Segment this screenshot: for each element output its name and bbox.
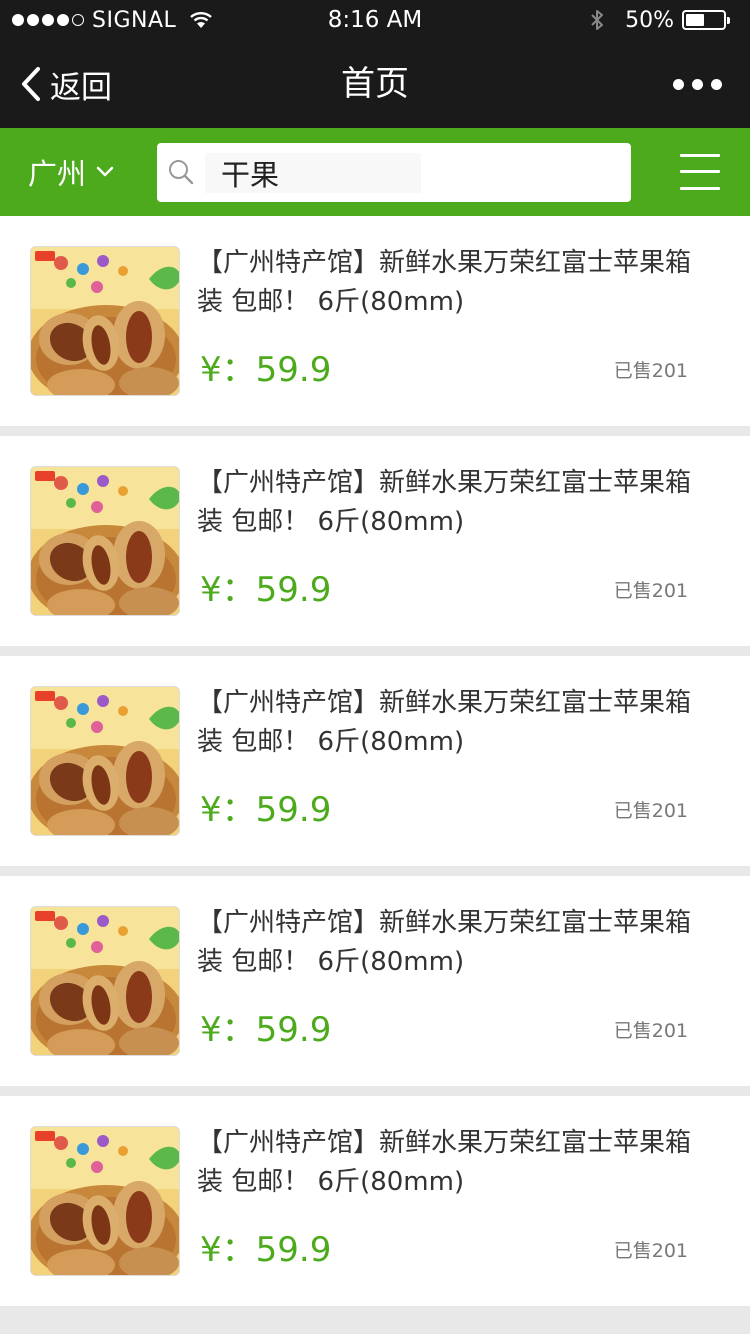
- product-list-item[interactable]: 【广州特产馆】新鲜水果万荣红富士苹果箱装 包邮！ 6斤(80mm) ¥：59.9…: [0, 1096, 750, 1306]
- product-list-item[interactable]: 【广州特产馆】新鲜水果万荣红富士苹果箱装 包邮！ 6斤(80mm) ¥：59.9…: [0, 436, 750, 646]
- chevron-down-icon: [96, 166, 114, 177]
- pecan-product-image: [31, 687, 179, 835]
- more-dots-icon: [711, 78, 722, 90]
- back-button[interactable]: 返回: [20, 40, 112, 128]
- product-title: 【广州特产馆】新鲜水果万荣红富士苹果箱装 包邮！ 6斤(80mm): [197, 908, 692, 977]
- back-button-label: 返回: [50, 69, 112, 106]
- city-label: 广州: [28, 157, 87, 191]
- search-header: 广州: [0, 128, 750, 216]
- more-dots-icon: [673, 78, 684, 90]
- search-icon: [169, 160, 194, 185]
- product-thumbnail: [30, 466, 180, 616]
- status-bar: SIGNAL 8:16 AM 50%: [0, 0, 750, 40]
- product-price: ¥：59.9: [200, 1010, 332, 1050]
- more-options-button[interactable]: [673, 40, 722, 128]
- product-price: ¥：59.9: [200, 350, 332, 390]
- product-price: ¥：59.9: [200, 570, 332, 610]
- product-title: 【广州特产馆】新鲜水果万荣红富士苹果箱装 包邮！ 6斤(80mm): [197, 688, 692, 757]
- pecan-product-image: [31, 247, 179, 395]
- search-box[interactable]: [157, 143, 631, 202]
- product-title: 【广州特产馆】新鲜水果万荣红富士苹果箱装 包邮！ 6斤(80mm): [197, 1128, 692, 1197]
- product-thumbnail: [30, 1126, 180, 1276]
- more-dots-icon: [692, 78, 703, 90]
- product-list-item[interactable]: 【广州特产馆】新鲜水果万荣红富士苹果箱装 包邮！ 6斤(80mm) ¥：59.9…: [0, 656, 750, 866]
- product-sold-count: 已售201: [613, 800, 688, 822]
- city-selector[interactable]: 广州: [28, 128, 114, 216]
- product-sold-count: 已售201: [613, 360, 688, 382]
- product-list-item[interactable]: 【广州特产馆】新鲜水果万荣红富士苹果箱装 包邮！ 6斤(80mm) ¥：59.9…: [0, 876, 750, 1086]
- pecan-product-image: [31, 907, 179, 1055]
- hamburger-menu-icon: [680, 187, 720, 190]
- product-price: ¥：59.9: [200, 1230, 332, 1270]
- hamburger-menu-icon: [680, 170, 720, 173]
- menu-button[interactable]: [680, 154, 720, 190]
- product-title: 【广州特产馆】新鲜水果万荣红富士苹果箱装 包邮！ 6斤(80mm): [197, 468, 692, 537]
- status-right: 50%: [589, 0, 730, 40]
- battery-percentage: 50%: [625, 7, 674, 33]
- navigation-bar: 返回 首页: [0, 40, 750, 128]
- product-thumbnail: [30, 686, 180, 836]
- product-list: 【广州特产馆】新鲜水果万荣红富士苹果箱装 包邮！ 6斤(80mm) ¥：59.9…: [0, 216, 750, 1316]
- pecan-product-image: [31, 467, 179, 615]
- product-thumbnail: [30, 246, 180, 396]
- bluetooth-icon: [591, 10, 604, 30]
- product-price: ¥：59.9: [200, 790, 332, 830]
- product-title: 【广州特产馆】新鲜水果万荣红富士苹果箱装 包邮！ 6斤(80mm): [197, 248, 692, 317]
- product-sold-count: 已售201: [613, 580, 688, 602]
- product-thumbnail: [30, 906, 180, 1056]
- page-title: 首页: [341, 64, 409, 104]
- product-sold-count: 已售201: [613, 1240, 688, 1262]
- app-screen: SIGNAL 8:16 AM 50% 返回 首页 广州 干果 【广州特产馆】新鲜…: [0, 0, 750, 1334]
- pecan-product-image: [31, 1127, 179, 1275]
- battery-tip: [727, 17, 730, 24]
- search-input[interactable]: [205, 153, 421, 193]
- battery-level-fill: [686, 14, 704, 26]
- hamburger-menu-icon: [680, 154, 720, 157]
- battery-icon: [682, 10, 730, 30]
- chevron-left-icon: [22, 67, 40, 101]
- product-sold-count: 已售201: [613, 1020, 688, 1042]
- product-list-item[interactable]: 【广州特产馆】新鲜水果万荣红富士苹果箱装 包邮！ 6斤(80mm) ¥：59.9…: [0, 216, 750, 426]
